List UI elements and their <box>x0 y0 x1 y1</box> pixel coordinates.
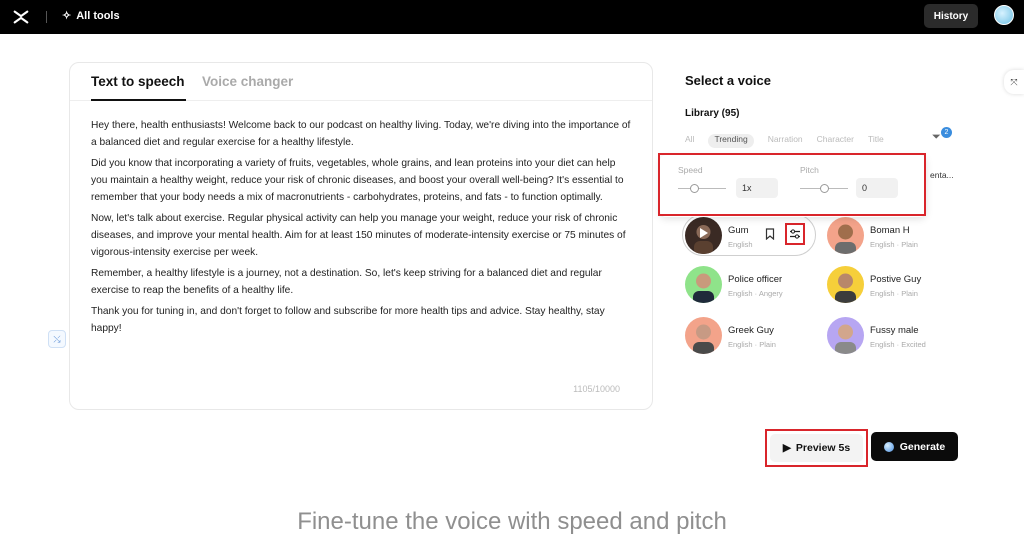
voice-avatar <box>827 266 864 303</box>
voice-item[interactable]: Greek Guy English · Plain <box>685 317 820 355</box>
filter-all[interactable]: All <box>685 134 694 148</box>
all-tools-button[interactable]: ✧ All tools <box>62 9 120 23</box>
adjust-settings-icon[interactable] <box>785 223 805 245</box>
tab-text-to-speech[interactable]: Text to speech <box>91 74 186 101</box>
library-label: Library (95) <box>685 108 740 119</box>
text-editor-card: Text to speech Voice changer Hey there, … <box>69 62 653 410</box>
voice-meta: English · Plain <box>870 289 918 298</box>
divider <box>46 11 47 23</box>
bookmark-icon[interactable] <box>765 228 775 241</box>
paragraph: Did you know that incorporating a variet… <box>91 158 624 203</box>
paragraph: Remember, a healthy lifestyle is a journ… <box>91 268 602 296</box>
voice-name: Boman H <box>870 225 910 236</box>
play-icon[interactable] <box>700 228 708 238</box>
filter-trending[interactable]: Trending <box>708 134 754 148</box>
voice-item[interactable]: Fussy male English · Excited <box>827 317 962 355</box>
tab-voice-changer[interactable]: Voice changer <box>202 74 293 89</box>
voice-name: Police officer <box>728 274 783 285</box>
voice-avatar <box>685 317 722 354</box>
filter-character[interactable]: Character <box>817 134 854 148</box>
voice-item[interactable]: Boman H English · Plain <box>827 217 962 255</box>
capcut-logo-icon[interactable] <box>12 8 30 26</box>
sparkle-icon: ✧ <box>62 10 72 22</box>
voice-item[interactable]: Police officer English · Angery <box>685 266 820 304</box>
voice-avatar <box>827 317 864 354</box>
voice-name: Postive Guy <box>870 274 922 285</box>
magic-edit-icon[interactable]: ⤯ <box>48 330 66 348</box>
generate-label: Generate <box>899 440 946 453</box>
user-avatar[interactable] <box>994 5 1014 25</box>
voice-item[interactable]: Postive Guy English · Plain <box>827 266 962 304</box>
character-counter: 1105/10000 <box>573 384 620 394</box>
caption-text: Fine-tune the voice with speed and pitch <box>297 508 727 535</box>
all-tools-label: All tools <box>76 9 120 22</box>
side-panel-toggle-icon[interactable]: ⤧ <box>1004 70 1024 94</box>
filter-title[interactable]: Title <box>868 134 884 148</box>
generate-icon <box>883 441 894 452</box>
voice-name: Gum <box>728 225 749 236</box>
generate-button[interactable]: Generate <box>871 432 958 461</box>
voice-name: Greek Guy <box>728 325 774 336</box>
voice-meta: English <box>728 240 753 249</box>
paragraph: Thank you for tuning in, and don't forge… <box>91 306 605 334</box>
filter-narration[interactable]: Narration <box>768 134 803 148</box>
voice-filter-tabs: All Trending Narration Character Title <box>685 134 884 148</box>
history-button[interactable]: History <box>924 4 978 28</box>
voice-panel-title: Select a voice <box>685 73 771 88</box>
voice-meta: English · Angery <box>728 289 783 298</box>
voice-meta: English · Plain <box>870 240 918 249</box>
paragraph: Now, let's talk about exercise. Regular … <box>91 213 626 258</box>
voice-avatar <box>827 217 864 254</box>
voice-meta: English · Excited <box>870 340 926 349</box>
script-textarea[interactable]: Hey there, health enthusiasts! Welcome b… <box>91 117 631 341</box>
top-bar: ✧ All tools History <box>0 0 1024 34</box>
highlight-frame <box>765 429 868 467</box>
tab-bar: Text to speech Voice changer <box>70 63 652 101</box>
voice-name: Fussy male <box>870 325 919 336</box>
paragraph: Hey there, health enthusiasts! Welcome b… <box>91 120 631 148</box>
voice-meta: English · Plain <box>728 340 776 349</box>
voice-avatar <box>685 266 722 303</box>
highlight-frame <box>658 153 926 216</box>
partial-voice-name: enta... <box>930 170 954 180</box>
filter-count-badge: 2 <box>941 127 952 138</box>
